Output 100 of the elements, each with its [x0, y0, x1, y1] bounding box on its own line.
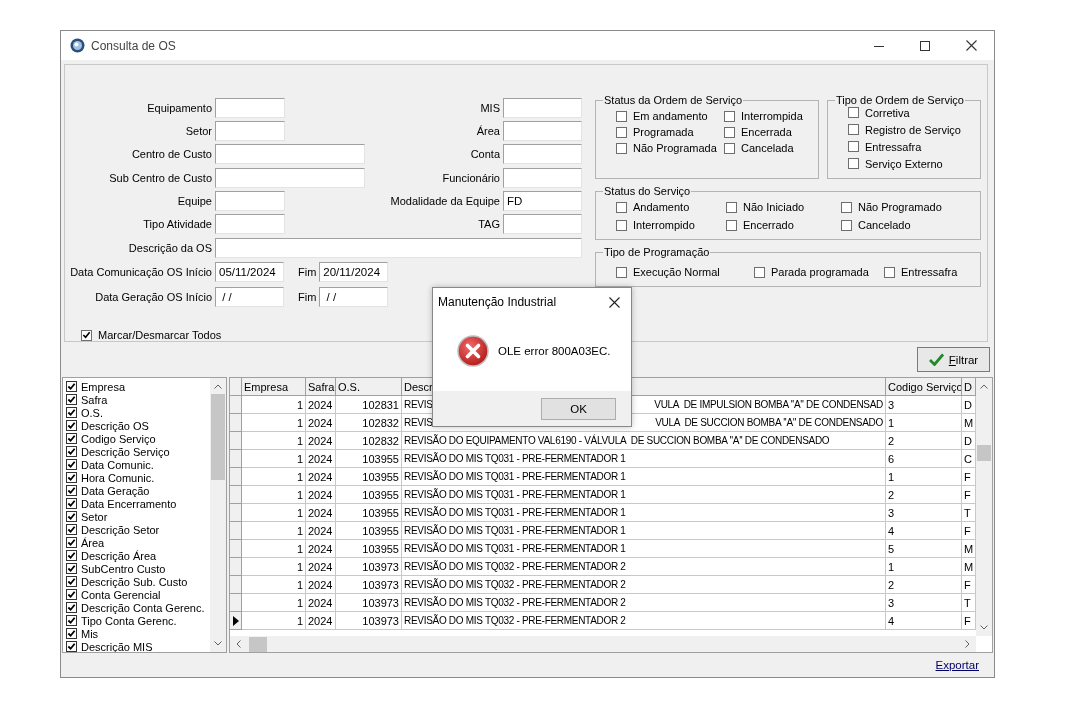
close-icon[interactable] [966, 40, 977, 51]
checkbox[interactable] [66, 485, 77, 496]
list-item-label[interactable]: Empresa [81, 380, 126, 393]
scroll-left-icon[interactable] [236, 640, 241, 648]
input-field[interactable] [215, 167, 365, 188]
checkbox[interactable] [848, 107, 859, 118]
list-item-label[interactable]: O.S. [81, 406, 103, 419]
checkbox[interactable] [616, 266, 627, 278]
checkbox-label[interactable]: Cancelado [858, 219, 911, 231]
date-field[interactable]: / / [319, 287, 389, 308]
checkbox[interactable] [616, 201, 627, 213]
checkbox[interactable] [66, 446, 77, 457]
close-icon[interactable] [609, 296, 620, 308]
checkbox[interactable] [66, 407, 77, 418]
scroll-up-icon[interactable] [980, 384, 988, 389]
input-field[interactable] [215, 144, 365, 165]
checkbox-label[interactable]: Interrompido [633, 219, 695, 231]
checkbox[interactable] [66, 459, 77, 470]
checkbox-label[interactable]: Não Iniciado [743, 201, 805, 213]
date-field[interactable]: 05/11/2024 [215, 262, 284, 283]
checkbox[interactable] [66, 602, 77, 613]
checkbox[interactable] [726, 219, 737, 231]
column-header[interactable]: Empresa [242, 378, 306, 396]
list-item-label[interactable]: Data Comunic. [81, 458, 154, 471]
checkbox[interactable] [66, 472, 77, 483]
checkbox[interactable] [66, 511, 77, 522]
input-field[interactable]: FD [503, 191, 582, 212]
scroll-down-icon[interactable] [980, 625, 988, 630]
ok-button[interactable]: OK [541, 397, 616, 420]
checkbox-label[interactable]: Marcar/Desmarcar Todos [98, 329, 222, 341]
horizontal-scrollbar[interactable] [230, 636, 976, 652]
checkbox[interactable] [66, 615, 77, 626]
checkbox-label[interactable]: Parada programada [771, 266, 869, 278]
scrollbar-thumb[interactable] [977, 445, 991, 461]
checkbox[interactable] [66, 420, 77, 431]
scroll-down-icon[interactable] [214, 641, 222, 646]
list-item-label[interactable]: Descrição OS [81, 419, 149, 432]
checkbox-label[interactable]: Entressafra [865, 140, 922, 153]
list-item-label[interactable]: Descrição Sub. Custo [81, 575, 188, 588]
list-item-label[interactable]: Descrição Setor [81, 523, 160, 536]
list-item-label[interactable]: Setor [81, 510, 108, 523]
checkbox[interactable] [66, 433, 77, 444]
vertical-scrollbar[interactable] [976, 378, 992, 636]
checkbox[interactable] [616, 219, 627, 231]
date-field[interactable]: / / [215, 287, 284, 308]
input-field[interactable] [503, 121, 582, 141]
checkbox[interactable] [616, 142, 627, 154]
checkbox-label[interactable]: Execução Normal [633, 266, 720, 278]
column-header[interactable]: O.S. [336, 378, 402, 396]
list-item-label[interactable]: Hora Comunic. [81, 471, 155, 484]
list-item-label[interactable]: Codigo Serviço [81, 432, 156, 445]
checkbox-label[interactable]: Registro de Serviço [865, 123, 961, 136]
checkbox-label[interactable]: Programada [633, 126, 694, 138]
input-field[interactable] [215, 121, 285, 141]
checkbox[interactable] [616, 110, 627, 122]
list-item-label[interactable]: Safra [81, 393, 108, 406]
checkbox[interactable] [66, 628, 77, 639]
list-item-label[interactable]: Data Encerramento [81, 497, 177, 510]
column-header[interactable]: D [962, 378, 976, 396]
checkbox[interactable] [616, 126, 627, 138]
checkbox-label[interactable]: Em andamento [633, 110, 708, 122]
checkbox-label[interactable]: Entressafra [901, 266, 958, 278]
checkbox[interactable] [66, 381, 77, 392]
scrollbar-thumb[interactable] [211, 394, 225, 480]
scroll-right-icon[interactable] [965, 640, 970, 648]
input-field[interactable] [215, 237, 582, 258]
checkbox-label[interactable]: Serviço Externo [865, 157, 943, 170]
checkbox[interactable] [841, 219, 852, 231]
export-link[interactable]: Exportar [935, 659, 979, 671]
checkbox[interactable] [66, 524, 77, 535]
checkbox-label[interactable]: Não Programado [858, 201, 942, 213]
checkbox[interactable] [66, 498, 77, 509]
list-item-label[interactable]: Descrição Conta Gerenc. [81, 601, 205, 614]
checkbox[interactable] [66, 537, 77, 548]
input-field[interactable] [503, 97, 582, 118]
checkbox[interactable] [66, 563, 77, 574]
row-header[interactable] [230, 612, 242, 630]
vertical-scrollbar[interactable] [210, 378, 226, 652]
scrollbar-thumb[interactable] [249, 636, 267, 652]
checkbox-label[interactable]: Encerrado [743, 219, 794, 231]
list-item-label[interactable]: Descrição Área [81, 549, 157, 562]
checkbox-label[interactable]: Andamento [633, 201, 690, 213]
list-item-label[interactable]: Mis [81, 627, 99, 640]
checkbox[interactable] [754, 266, 765, 278]
checkbox-label[interactable]: Interrompida [741, 110, 803, 122]
input-field[interactable] [503, 214, 582, 235]
checkbox[interactable] [726, 201, 737, 213]
input-field[interactable] [215, 214, 285, 235]
column-header[interactable]: Safra [306, 378, 336, 396]
input-field[interactable] [215, 191, 285, 212]
checkbox[interactable] [724, 142, 735, 154]
checkbox-label[interactable]: Cancelada [741, 142, 794, 154]
input-field[interactable] [503, 144, 582, 165]
list-item-label[interactable]: Data Geração [81, 484, 150, 497]
checkbox-label[interactable]: Encerrada [741, 126, 792, 138]
list-item-label[interactable]: Tipo Conta Gerenc. [81, 614, 177, 627]
input-field[interactable] [215, 97, 285, 118]
checkbox[interactable] [848, 158, 859, 169]
maximize-icon[interactable] [920, 40, 930, 51]
checkbox[interactable] [884, 266, 895, 278]
